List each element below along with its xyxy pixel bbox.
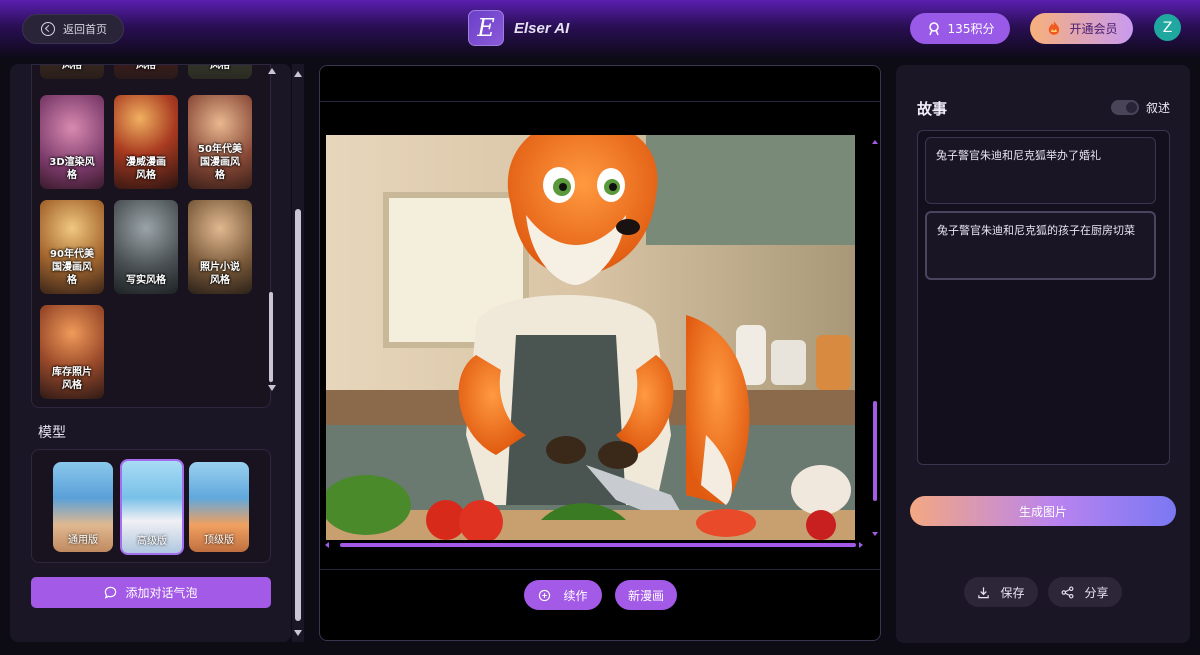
share-label: 分享: [1084, 585, 1109, 600]
model-selector: 通用版 高级版 顶级版: [31, 449, 271, 563]
model-label: 顶级版: [204, 535, 234, 546]
back-arrow-icon: [41, 22, 55, 36]
back-home-label: 返回首页: [63, 23, 107, 36]
style-card[interactable]: 风格: [40, 64, 104, 79]
scroll-down-icon[interactable]: [293, 629, 303, 637]
narrate-toggle-group[interactable]: 叙述: [1111, 99, 1170, 116]
style-card[interactable]: 3D渲染风格: [40, 95, 104, 189]
scroll-right-icon[interactable]: [858, 541, 864, 549]
share-button[interactable]: 分享: [1048, 577, 1122, 607]
user-avatar[interactable]: Z: [1154, 14, 1181, 41]
crown-fire-icon: [1049, 20, 1060, 35]
narrate-toggle[interactable]: [1111, 100, 1139, 115]
generate-image-label: 生成图片: [1018, 504, 1067, 519]
model-option[interactable]: 顶级版: [189, 462, 249, 552]
plus-circle-icon: [539, 589, 551, 601]
style-label: 漫威漫画风格: [126, 157, 166, 181]
scroll-left-icon[interactable]: [324, 541, 330, 549]
model-label: 通用版: [68, 535, 98, 546]
left-panel-scrollbar[interactable]: [292, 64, 304, 642]
canvas-horizontal-scrollbar[interactable]: [340, 543, 856, 547]
scroll-up-icon[interactable]: [293, 70, 303, 78]
top-bar: 返回首页 E Elser AI 135积分 开通会员 Z: [0, 0, 1200, 58]
fox-kitchen-illustration: [326, 135, 855, 540]
back-home-button[interactable]: 返回首页: [22, 14, 124, 44]
vip-button[interactable]: 开通会员: [1030, 13, 1133, 44]
divider: [320, 101, 880, 102]
points-button[interactable]: 135积分: [910, 13, 1010, 44]
style-scrollbar[interactable]: [267, 64, 279, 394]
scroll-down-icon[interactable]: [871, 531, 879, 537]
vip-label: 开通会员: [1069, 22, 1118, 36]
model-option[interactable]: 通用版: [53, 462, 113, 552]
style-label: 3D渲染风格: [49, 157, 95, 181]
add-speech-bubble-label: 添加对话气泡: [125, 586, 198, 600]
points-icon: [928, 21, 939, 35]
scroll-up-icon[interactable]: [267, 67, 277, 75]
generate-image-button[interactable]: 生成图片: [910, 496, 1176, 526]
style-scroll-thumb[interactable]: [269, 292, 273, 382]
style-label: 照片小说风格: [200, 262, 240, 286]
style-grid: 风格 风格 风格 3D渲染风格 漫威漫画风格 50年代美国漫画风格 90年代美国…: [31, 64, 271, 408]
left-panel: 风格 风格 风格 3D渲染风格 漫威漫画风格 50年代美国漫画风格 90年代美国…: [10, 64, 291, 642]
points-label: 135积分: [947, 22, 995, 36]
style-label: 风格: [136, 64, 156, 71]
left-panel-scroll-thumb[interactable]: [295, 209, 301, 621]
download-icon: [978, 586, 990, 598]
model-title: 模型: [38, 425, 66, 441]
style-card[interactable]: 90年代美国漫画风格: [40, 200, 104, 294]
style-card[interactable]: 照片小说风格: [188, 200, 252, 294]
divider: [320, 569, 880, 570]
brand-name: Elser AI: [514, 19, 570, 37]
style-card[interactable]: 库存照片风格: [40, 305, 104, 399]
new-comic-button[interactable]: 新漫画: [615, 580, 677, 610]
scroll-down-icon[interactable]: [267, 384, 277, 392]
story-item[interactable]: 兔子警官朱迪和尼克狐的孩子在厨房切菜: [925, 211, 1156, 280]
save-button[interactable]: 保存: [964, 577, 1038, 607]
story-panel: 故事 叙述 兔子警官朱迪和尼克狐举办了婚礼 兔子警官朱迪和尼克狐的孩子在厨房切菜…: [896, 65, 1190, 643]
style-card[interactable]: 写实风格: [114, 200, 178, 294]
model-label: 高级版: [137, 536, 167, 547]
style-card[interactable]: 风格: [114, 64, 178, 79]
style-label: 50年代美国漫画风格: [198, 144, 242, 181]
style-label: 风格: [62, 64, 82, 71]
scroll-up-icon[interactable]: [871, 139, 879, 145]
story-list: 兔子警官朱迪和尼克狐举办了婚礼 兔子警官朱迪和尼克狐的孩子在厨房切菜: [917, 130, 1170, 465]
style-label: 库存照片风格: [52, 367, 92, 391]
continue-button[interactable]: 续作: [524, 580, 602, 610]
canvas-panel: 续作 新漫画: [319, 65, 881, 641]
brand[interactable]: E Elser AI: [468, 10, 569, 46]
style-label: 写实风格: [126, 275, 166, 286]
style-card[interactable]: 风格: [188, 64, 252, 79]
style-label: 风格: [210, 64, 230, 71]
style-card[interactable]: 50年代美国漫画风格: [188, 95, 252, 189]
story-title: 故事: [917, 100, 948, 118]
style-label: 90年代美国漫画风格: [50, 249, 94, 286]
style-card[interactable]: 漫威漫画风格: [114, 95, 178, 189]
save-label: 保存: [1000, 585, 1025, 600]
add-speech-bubble-button[interactable]: 添加对话气泡: [31, 577, 271, 608]
story-item[interactable]: 兔子警官朱迪和尼克狐举办了婚礼: [925, 137, 1156, 204]
canvas-vertical-scrollbar[interactable]: [873, 401, 877, 501]
model-option-selected[interactable]: 高级版: [120, 459, 184, 555]
chat-bubble-icon: [105, 586, 117, 599]
continue-label: 续作: [563, 588, 588, 603]
share-icon: [1062, 586, 1074, 598]
generated-image[interactable]: [326, 135, 855, 540]
narrate-label: 叙述: [1146, 101, 1171, 115]
new-comic-label: 新漫画: [627, 588, 664, 603]
brand-logo: E: [468, 10, 504, 46]
